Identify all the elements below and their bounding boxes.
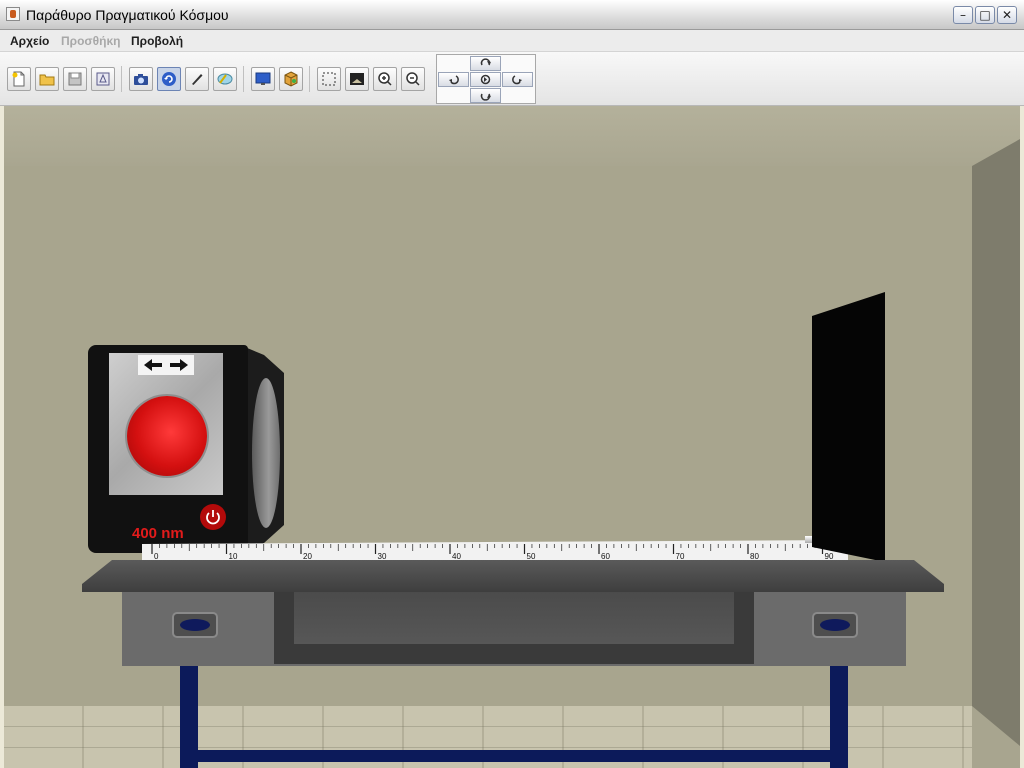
title-bar: Παράθυρο Πραγματικού Κόσμου – □ ✕: [0, 0, 1024, 30]
rotate-object-icon: [162, 72, 176, 86]
rotate-down-button[interactable]: [470, 88, 501, 103]
rotate-right-icon: [512, 75, 522, 85]
wavelength-readout: 400 nm: [132, 525, 184, 542]
menu-view[interactable]: Προβολή: [131, 34, 183, 48]
pencil-icon: [192, 74, 203, 85]
ruler-label: 60: [601, 552, 610, 560]
rotate-center-icon: [480, 74, 491, 85]
menu-bar: Αρχείο Προσθήκη Προβολή: [0, 30, 1024, 52]
monitor-button[interactable]: [251, 67, 275, 91]
ruler-label: 80: [750, 552, 759, 560]
toolbar-separator: [243, 66, 244, 92]
open-folder-icon: [39, 74, 55, 86]
rotate-up-button[interactable]: [470, 56, 501, 71]
print-button[interactable]: [91, 67, 115, 91]
table-crossbar: [180, 750, 848, 762]
move-arrows-control[interactable]: [138, 355, 194, 375]
ruler-label: 30: [378, 552, 387, 560]
room-ceiling: [4, 106, 1020, 166]
new-file-icon: [12, 71, 25, 87]
eraser-icon: [217, 73, 233, 85]
rotate-object-button[interactable]: [157, 67, 181, 91]
navigation-pad: [436, 54, 536, 104]
ruler-label: 40: [452, 552, 461, 560]
save-button[interactable]: [63, 67, 87, 91]
ruler-label: 10: [229, 552, 238, 560]
new-file-button[interactable]: [7, 67, 31, 91]
zoom-in-icon: [378, 72, 392, 86]
camera-icon: [134, 74, 148, 85]
rotate-left-button[interactable]: [438, 72, 469, 87]
objects-cube-icon: [284, 71, 298, 87]
maximize-button[interactable]: □: [975, 6, 995, 24]
window-title: Παράθυρο Πραγματικού Κόσμου: [26, 7, 229, 23]
save-icon: [68, 72, 82, 86]
world-view[interactable]: 400 nm 0 10 20 30 40 50 60 70 80 90: [4, 106, 1020, 768]
power-icon: [206, 510, 220, 525]
menu-add[interactable]: Προσθήκη: [61, 34, 120, 48]
rotate-left-icon: [449, 75, 459, 85]
toolbar: [0, 52, 1024, 106]
table-drawer: [294, 592, 734, 644]
toolbar-separator: [309, 66, 310, 92]
java-app-icon: [6, 7, 20, 21]
toolbar-separator: [121, 66, 122, 92]
close-button[interactable]: ✕: [997, 6, 1017, 24]
light-on-button[interactable]: [127, 396, 207, 476]
rotate-down-icon: [480, 93, 491, 101]
room-side-wall: [972, 139, 1020, 746]
power-button[interactable]: [200, 504, 226, 530]
rotate-up-icon: [480, 58, 491, 66]
light-source-lens: [252, 378, 280, 528]
rotate-right-button[interactable]: [502, 72, 533, 87]
reset-view-button[interactable]: [345, 67, 369, 91]
objects-button[interactable]: [279, 67, 303, 91]
minimize-button[interactable]: –: [953, 6, 973, 24]
pencil-button[interactable]: [185, 67, 209, 91]
fit-view-button[interactable]: [317, 67, 341, 91]
print-icon: [96, 72, 110, 86]
table-handle-right: [812, 612, 858, 638]
projection-screen[interactable]: [812, 292, 885, 562]
ruler-label: 70: [676, 552, 685, 560]
camera-button[interactable]: [129, 67, 153, 91]
ruler-label: 90: [825, 552, 834, 560]
rotate-center-button[interactable]: [470, 72, 501, 87]
ruler-label: 0: [154, 552, 159, 560]
ruler-label: 20: [303, 552, 312, 560]
open-button[interactable]: [35, 67, 59, 91]
eraser-button[interactable]: [213, 67, 237, 91]
monitor-icon: [255, 72, 271, 85]
reset-view-icon: [350, 73, 364, 85]
table-top: [82, 560, 944, 592]
menu-file[interactable]: Αρχείο: [10, 34, 49, 48]
table-handle-left: [172, 612, 218, 638]
left-right-arrows-icon: [144, 359, 188, 371]
zoom-out-button[interactable]: [401, 67, 425, 91]
zoom-out-icon: [406, 72, 420, 86]
fit-view-icon: [322, 72, 336, 86]
zoom-in-button[interactable]: [373, 67, 397, 91]
ruler-label: 50: [527, 552, 536, 560]
